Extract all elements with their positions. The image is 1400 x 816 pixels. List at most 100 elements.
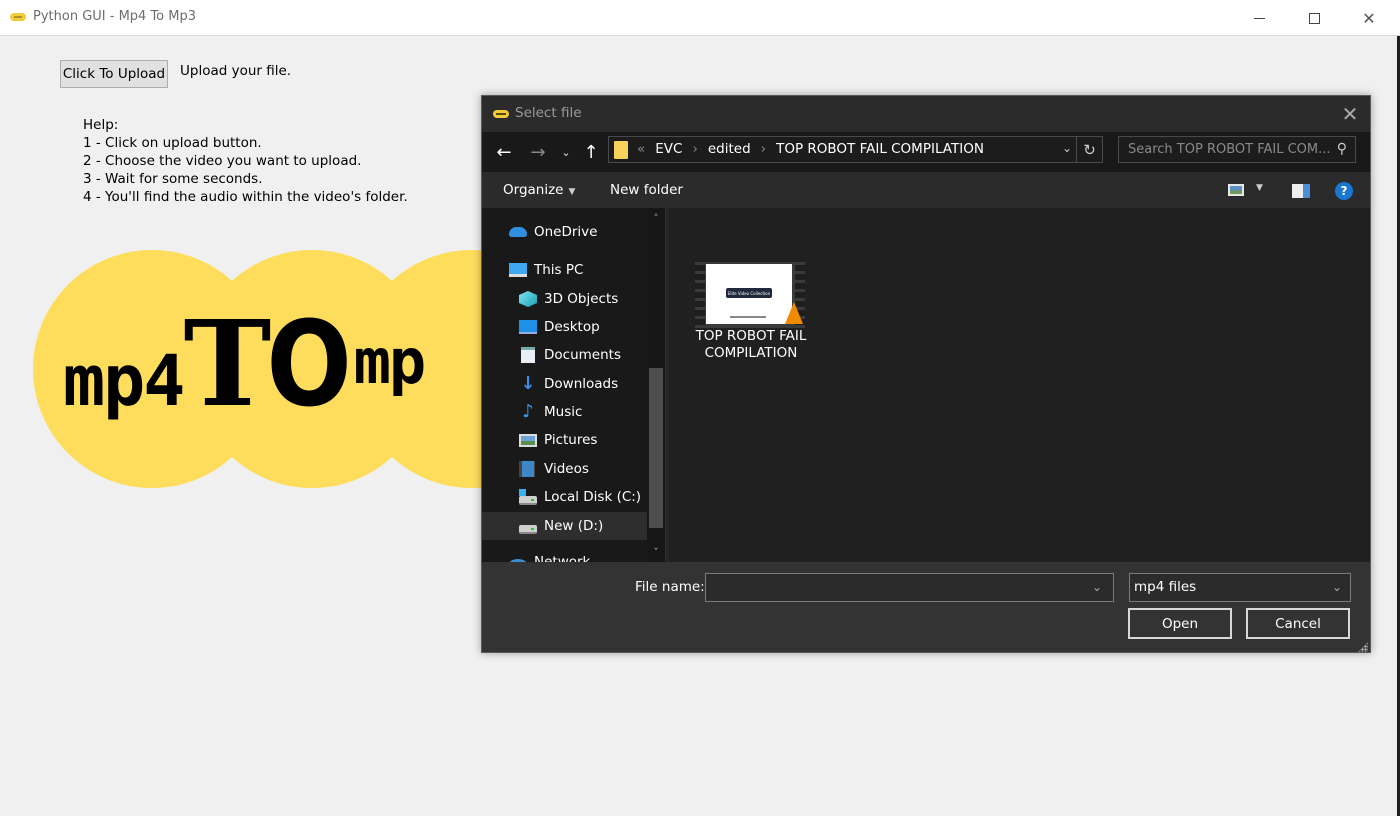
preview-pane-icon[interactable] [1292,184,1310,198]
arrow-up-icon: ↑ [583,141,599,163]
arrow-left-icon: ← [496,141,512,163]
vlc-icon [785,302,803,324]
3d-objects-icon [519,291,537,307]
new-folder-button[interactable]: New folder [610,182,683,198]
drive-icon [519,524,537,534]
maximize-icon [1308,12,1320,24]
sidebar-item-new-d[interactable]: New (D:) [482,512,647,540]
window-title: Python GUI - Mp4 To Mp3 [33,9,197,24]
sidebar-item-documents[interactable]: Documents [482,341,647,369]
help-step: 3 - Wait for some seconds. [83,171,263,187]
sidebar-item-local-disk-c[interactable]: Local Disk (C:) [482,483,647,511]
sidebar-item-this-pc[interactable]: This PC [482,256,647,284]
upload-label: Upload your file. [180,63,292,79]
dialog-titlebar: Select file ✕ [482,96,1370,132]
minimize-button[interactable] [1236,0,1282,36]
resize-grip-icon[interactable] [1358,642,1368,652]
breadcrumb-item[interactable]: edited [708,141,751,157]
close-icon: ✕ [1341,102,1359,126]
local-disk-icon [519,488,537,505]
help-step: 1 - Click on upload button. [83,135,262,151]
sidebar-item-desktop[interactable]: Desktop [482,313,647,341]
address-bar[interactable]: « EVC › edited › TOP ROBOT FAIL COMPILAT… [608,136,1103,163]
close-button[interactable]: ✕ [1346,0,1392,36]
sidebar-item-videos[interactable]: Videos [482,455,647,483]
mp4-to-mp3-logo: mp4 T O mp [33,250,591,488]
navigation-pane-scrollbar[interactable]: ˄ ˅ [647,208,665,562]
upload-button[interactable]: Click To Upload [60,60,168,88]
breadcrumb-item[interactable]: EVC [655,141,682,157]
maximize-button[interactable] [1291,0,1337,36]
documents-icon [521,347,535,363]
sidebar-item-network[interactable]: Network [482,548,647,562]
cancel-button[interactable]: Cancel [1246,608,1350,639]
film-strip [695,262,705,328]
chevron-down-icon: ⌄ [561,145,571,159]
forward-button[interactable]: → [526,140,550,164]
sidebar-item-pictures[interactable]: Pictures [482,426,647,454]
downloads-icon: ↓ [520,373,536,394]
thumbnail-caption: Elite Video Collection [726,288,772,298]
search-input[interactable]: Search TOP ROBOT FAIL COM... [1128,142,1331,157]
dialog-close-button[interactable]: ✕ [1336,100,1364,128]
open-button[interactable]: Open [1128,608,1232,639]
help-step: 2 - Choose the video you want to upload. [83,153,362,169]
view-options-caret-icon[interactable]: ▼ [1256,183,1263,193]
navigation-bar: ← → ⌄ ↑ « EVC › edited › TOP ROBOT FAIL … [482,132,1370,172]
dialog-footer: File name: ⌄ mp4 files ⌄ Open Cancel [482,562,1370,652]
breadcrumb: « EVC › edited › TOP ROBOT FAIL COMPILAT… [637,141,984,157]
sidebar-item-downloads[interactable]: ↓ Downloads [482,370,647,398]
folder-icon [614,141,628,159]
file-name-label: File name: [635,579,705,595]
window-titlebar: Python GUI - Mp4 To Mp3 ✕ [0,0,1400,36]
sidebar-item-music[interactable]: ♪ Music [482,398,647,426]
sidebar-item-3d-objects[interactable]: 3D Objects [482,285,647,313]
scroll-down-icon[interactable]: ˅ [647,544,665,560]
logo-text: mp4 T O mp [63,294,426,433]
search-box[interactable]: Search TOP ROBOT FAIL COM... ⚲ [1118,136,1356,163]
music-icon: ♪ [522,401,534,422]
scrollbar-thumb[interactable] [649,368,663,528]
help-step: 4 - You'll find the audio within the vid… [83,189,408,205]
breadcrumb-item[interactable]: TOP ROBOT FAIL COMPILATION [776,141,984,157]
file-type-value: mp4 files [1134,579,1197,595]
file-name: TOP ROBOT FAIL COMPILATION [695,328,807,361]
navigation-pane: OneDrive This PC 3D Objects Desktop Docu… [482,208,647,562]
search-icon: ⚲ [1336,141,1347,157]
help-text: Help: 1 - Click on upload button. 2 - Ch… [83,116,408,206]
caret-down-icon: ▼ [568,187,576,197]
arrow-right-icon: → [530,141,546,163]
dialog-title: Select file [515,105,582,121]
back-button[interactable]: ← [492,140,516,164]
breadcrumb-separator[interactable]: › [692,141,697,157]
thumbnail-line [730,316,766,318]
refresh-button[interactable]: ↻ [1076,137,1102,162]
sidebar-item-onedrive[interactable]: OneDrive [482,218,647,246]
dialog-app-icon [493,110,509,118]
command-bar: Organize ▼ New folder ▼ ? [482,172,1370,208]
recent-locations-button[interactable]: ⌄ [558,140,574,164]
help-heading: Help: [83,117,119,133]
organize-menu[interactable]: Organize ▼ [503,182,575,198]
refresh-icon: ↻ [1083,140,1096,159]
app-icon [10,13,26,21]
close-icon: ✕ [1362,8,1376,28]
file-type-select[interactable]: mp4 files ⌄ [1129,573,1351,602]
chevron-down-icon[interactable]: ⌄ [1092,580,1102,594]
pictures-icon [519,433,537,447]
address-dropdown-icon[interactable]: ⌄ [1062,141,1072,155]
chevron-down-icon: ⌄ [1331,580,1342,594]
help-icon[interactable]: ? [1335,182,1353,200]
minimize-icon [1253,17,1265,19]
breadcrumb-overflow[interactable]: « [637,141,645,157]
breadcrumb-separator[interactable]: › [761,141,766,157]
onedrive-icon [509,227,527,237]
change-view-icon[interactable] [1228,184,1244,196]
select-file-dialog: Select file ✕ ← → ⌄ ↑ « EVC › edited › T… [481,95,1371,653]
file-item[interactable]: Elite Video Collection TOP ROBOT FAIL CO… [689,258,809,368]
thumbnail-frame: Elite Video Collection [706,264,792,324]
up-button[interactable]: ↑ [580,140,602,164]
file-name-input[interactable] [705,573,1114,602]
this-pc-icon [509,263,527,277]
scroll-up-icon[interactable]: ˄ [647,210,665,226]
